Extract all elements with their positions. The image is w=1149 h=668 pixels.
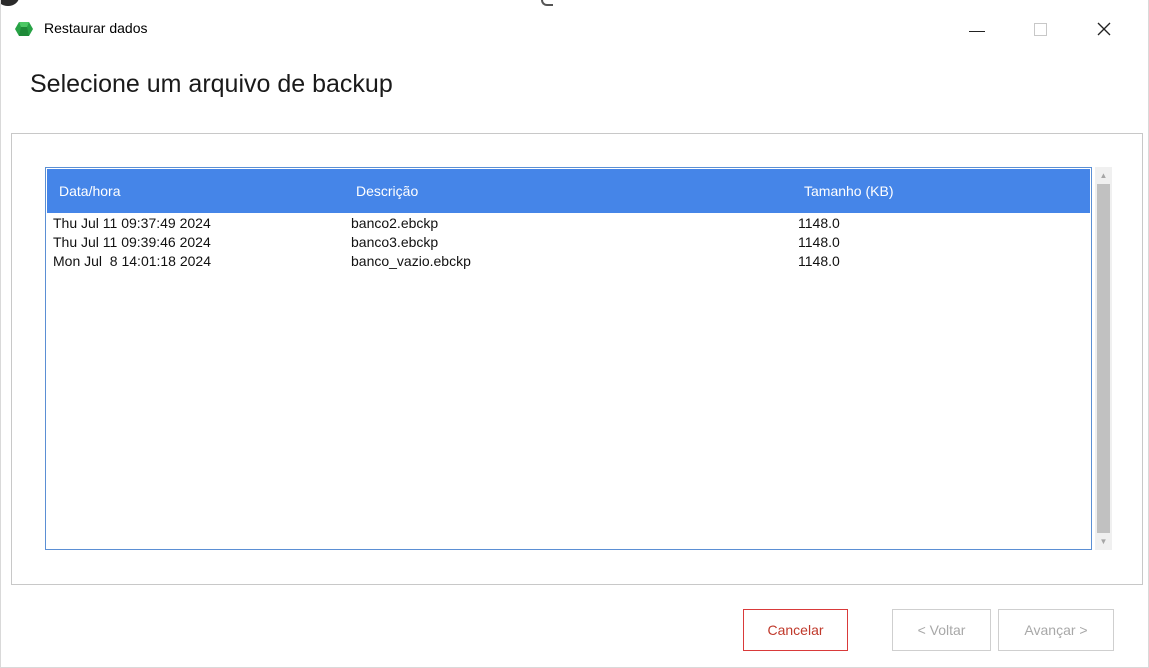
table-row[interactable]: Thu Jul 11 09:39:46 2024 banco3.ebckp 11… <box>46 234 1091 253</box>
next-button[interactable]: Avançar > <box>998 609 1114 651</box>
minimize-icon <box>969 30 985 32</box>
cell-description: banco_vazio.ebckp <box>351 253 471 269</box>
green-gem-icon <box>15 22 33 36</box>
minimize-button[interactable] <box>946 6 1008 52</box>
list-header: Data/hora Descrição Tamanho (KB) <box>47 169 1090 213</box>
cancel-button[interactable]: Cancelar <box>743 609 848 651</box>
cell-datetime: Thu Jul 11 09:37:49 2024 <box>53 215 211 231</box>
cell-datetime: Mon Jul 8 14:01:18 2024 <box>53 253 212 269</box>
page-title: Selecione um arquivo de backup <box>30 70 393 98</box>
scroll-thumb[interactable] <box>1097 184 1110 533</box>
column-header-datetime[interactable]: Data/hora <box>59 183 120 199</box>
scroll-down-arrow-icon[interactable]: ▼ <box>1095 533 1112 550</box>
list-rows: Thu Jul 11 09:37:49 2024 banco2.ebckp 11… <box>46 215 1091 272</box>
cell-description: banco2.ebckp <box>351 215 439 231</box>
cell-size: 1148.0 <box>798 253 840 269</box>
back-button[interactable]: < Voltar <box>892 609 991 651</box>
cell-size: 1148.0 <box>798 234 840 250</box>
table-row[interactable]: Thu Jul 11 09:37:49 2024 banco2.ebckp 11… <box>46 215 1091 234</box>
backup-file-list[interactable]: Data/hora Descrição Tamanho (KB) Thu Jul… <box>45 167 1092 550</box>
cell-description: banco3.ebckp <box>351 234 439 250</box>
scroll-up-arrow-icon[interactable]: ▲ <box>1095 167 1112 184</box>
column-header-description[interactable]: Descrição <box>356 183 418 199</box>
table-row[interactable]: Mon Jul 8 14:01:18 2024 banco_vazio.ebck… <box>46 253 1091 272</box>
close-icon <box>1097 22 1111 36</box>
cell-datetime: Thu Jul 11 09:39:46 2024 <box>53 234 211 250</box>
cell-size: 1148.0 <box>798 215 840 231</box>
close-button[interactable] <box>1073 6 1135 52</box>
column-header-size[interactable]: Tamanho (KB) <box>804 183 893 199</box>
window-title: Restaurar dados <box>44 20 148 36</box>
vertical-scrollbar[interactable]: ▲ ▼ <box>1095 167 1112 550</box>
maximize-icon <box>1033 22 1047 36</box>
title-bar[interactable]: Restaurar dados <box>1 6 1148 52</box>
restore-dialog-window: Restaurar dados Selecione um arquivo de … <box>0 0 1149 668</box>
maximize-button[interactable] <box>1009 6 1071 52</box>
